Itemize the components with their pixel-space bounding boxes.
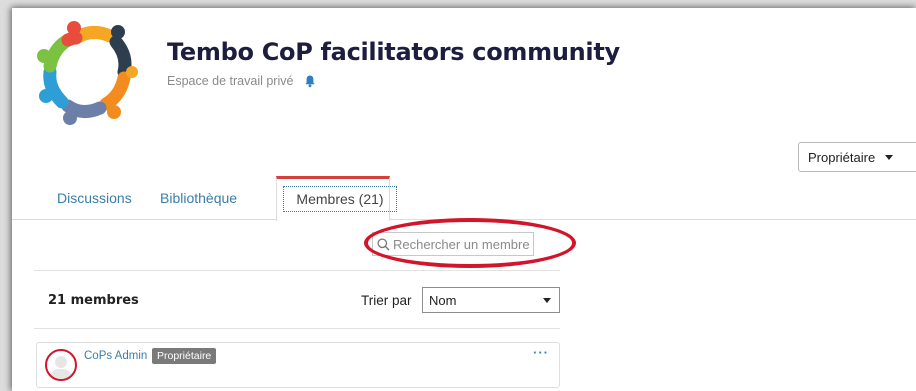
highlight-annotation: [364, 218, 576, 268]
more-icon[interactable]: ···: [533, 345, 549, 360]
member-card: CoPs Admin Propriétaire ···: [36, 342, 560, 388]
workspace-subtitle: Espace de travail privé: [167, 74, 294, 88]
role-badge: Propriétaire: [152, 348, 217, 364]
page-title: Tembo CoP facilitators community: [167, 38, 620, 66]
member-name-link[interactable]: CoPs Admin: [84, 350, 147, 362]
sort-label: Trier par: [361, 293, 412, 308]
avatar[interactable]: [45, 349, 77, 381]
workspace-privacy: Espace de travail privé: [167, 74, 317, 88]
workspace-page: Tembo CoP facilitators community Espace …: [12, 8, 916, 391]
members-count: 21 membres: [48, 293, 139, 308]
divider: [34, 328, 560, 329]
divider: [34, 270, 560, 271]
tab-library[interactable]: Bibliothèque: [160, 190, 237, 206]
workspace-tabs: Discussions Bibliothèque Membres (21): [12, 176, 916, 221]
caret-down-icon: [543, 297, 551, 303]
caret-down-icon: [885, 154, 894, 160]
tab-members[interactable]: Membres (21): [276, 176, 397, 221]
user-icon: [50, 356, 72, 379]
sort-select[interactable]: Nom: [422, 287, 560, 313]
tab-members-label: Membres (21): [283, 186, 397, 212]
role-dropdown-label: Propriétaire: [808, 149, 876, 165]
bell-icon[interactable]: [303, 74, 317, 88]
community-logo-icon: [37, 21, 138, 125]
role-dropdown[interactable]: Propriétaire: [798, 142, 916, 172]
sort-select-value: Nom: [429, 292, 457, 308]
tab-discussions[interactable]: Discussions: [57, 190, 132, 206]
